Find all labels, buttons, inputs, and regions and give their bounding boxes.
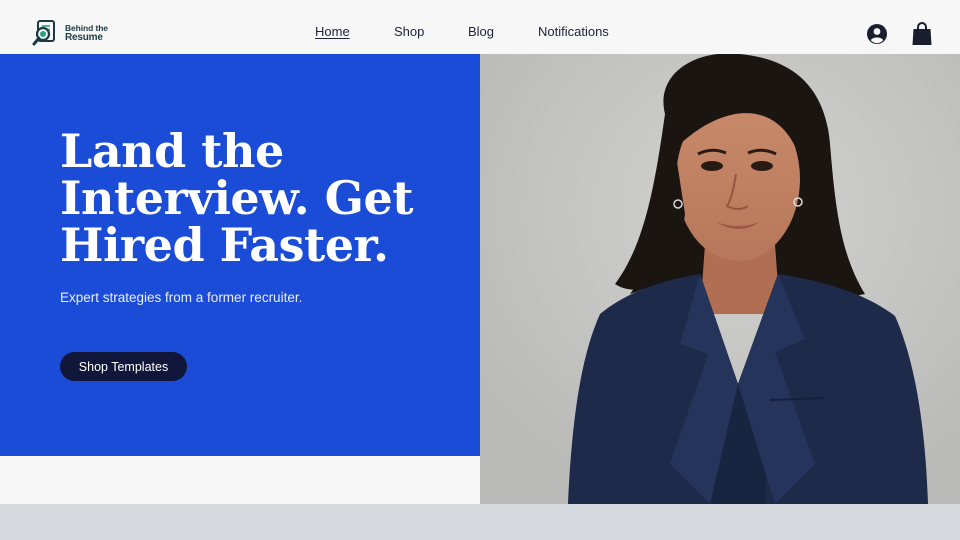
- hero-panel: Land the Interview. Get Hired Faster. Ex…: [0, 54, 480, 456]
- shopping-bag-icon[interactable]: [911, 21, 933, 46]
- main-nav: Home Shop Blog Notifications: [0, 24, 960, 42]
- hero-title: Land the Interview. Get Hired Faster.: [60, 124, 413, 272]
- nav-shop[interactable]: Shop: [394, 24, 424, 39]
- site-header: Behind the Resume Home Shop Blog Notific…: [0, 0, 960, 54]
- nav-home[interactable]: Home: [315, 24, 350, 39]
- nav-notifications[interactable]: Notifications: [538, 24, 609, 39]
- shop-templates-button[interactable]: Shop Templates: [60, 352, 187, 381]
- hero-subtitle: Expert strategies from a former recruite…: [60, 290, 303, 305]
- section-divider-band: [0, 504, 960, 540]
- account-icon[interactable]: [866, 23, 888, 45]
- portrait-illustration: [480, 54, 960, 504]
- hero-portrait-image: [480, 54, 960, 504]
- nav-blog[interactable]: Blog: [468, 24, 494, 39]
